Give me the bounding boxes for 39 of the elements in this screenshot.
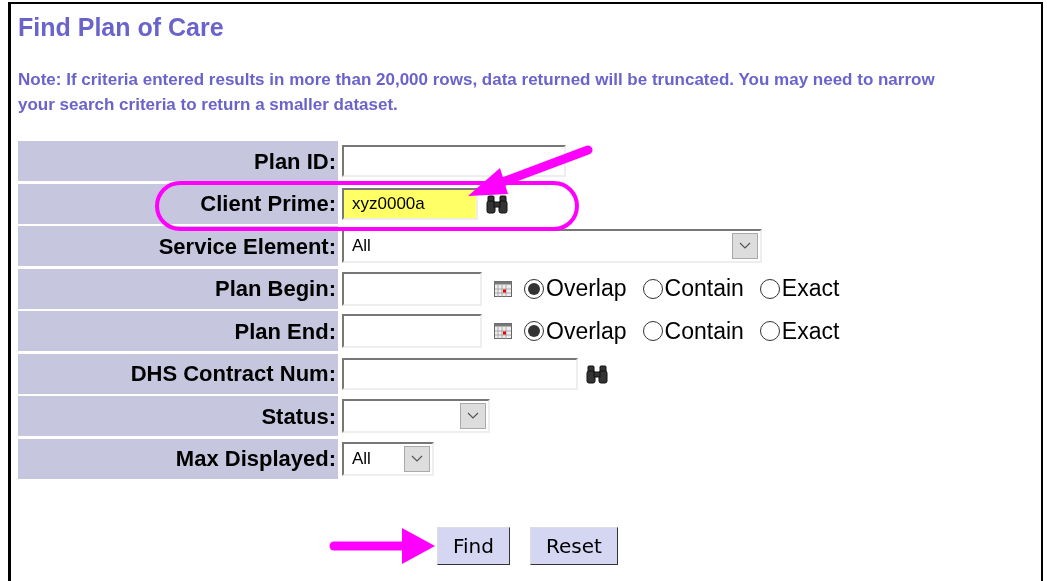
radio-button[interactable] [759, 321, 780, 341]
field-label: Plan ID: [18, 141, 338, 181]
date-field[interactable] [342, 314, 482, 348]
text-field[interactable]: xyz0000a [342, 187, 478, 220]
radio-option[interactable]: Exact [759, 271, 840, 306]
field-label: Service Element: [18, 226, 338, 266]
text-field[interactable] [342, 357, 578, 390]
radio-option[interactable]: Overlap [524, 313, 627, 349]
chevron-down-icon [460, 403, 486, 429]
dropdown[interactable]: All [342, 441, 434, 476]
note-text: Note: If criteria entered results in more than 20,000 rows, data returned will be truncated. You may need to narrow your search criteria to return a smaller dataset. [18, 69, 936, 116]
radio-option[interactable]: Contain [642, 271, 744, 306]
field-label: Plan Begin: [18, 268, 338, 309]
calendar-icon[interactable] [494, 280, 512, 297]
radio-button[interactable] [642, 278, 663, 299]
radio-button[interactable] [524, 278, 544, 299]
dropdown[interactable]: All [342, 229, 762, 263]
form-button[interactable]: Reset [530, 526, 618, 565]
radio-option[interactable]: Overlap [524, 271, 627, 306]
radio-button[interactable] [524, 321, 544, 341]
page-title: Find Plan of Care [18, 12, 225, 43]
binoculars-icon[interactable] [486, 193, 508, 214]
date-field[interactable] [342, 271, 482, 306]
form-button[interactable]: Find [437, 526, 510, 565]
radio-option[interactable]: Exact [759, 313, 840, 349]
dropdown[interactable] [342, 399, 490, 433]
chevron-down-icon [404, 445, 430, 472]
field-label: DHS Contract Num: [18, 353, 338, 394]
radio-option[interactable]: Contain [642, 313, 744, 349]
field-label: Client Prime: [18, 183, 338, 224]
field-label: Plan End: [18, 311, 338, 351]
radio-button[interactable] [759, 278, 780, 299]
radio-button[interactable] [642, 321, 663, 341]
text-field[interactable] [342, 145, 566, 177]
field-label: Status: [18, 396, 338, 436]
chevron-down-icon [732, 233, 758, 259]
field-label: Max Displayed: [18, 438, 338, 479]
binoculars-icon[interactable] [586, 363, 608, 384]
calendar-icon[interactable] [494, 323, 512, 339]
